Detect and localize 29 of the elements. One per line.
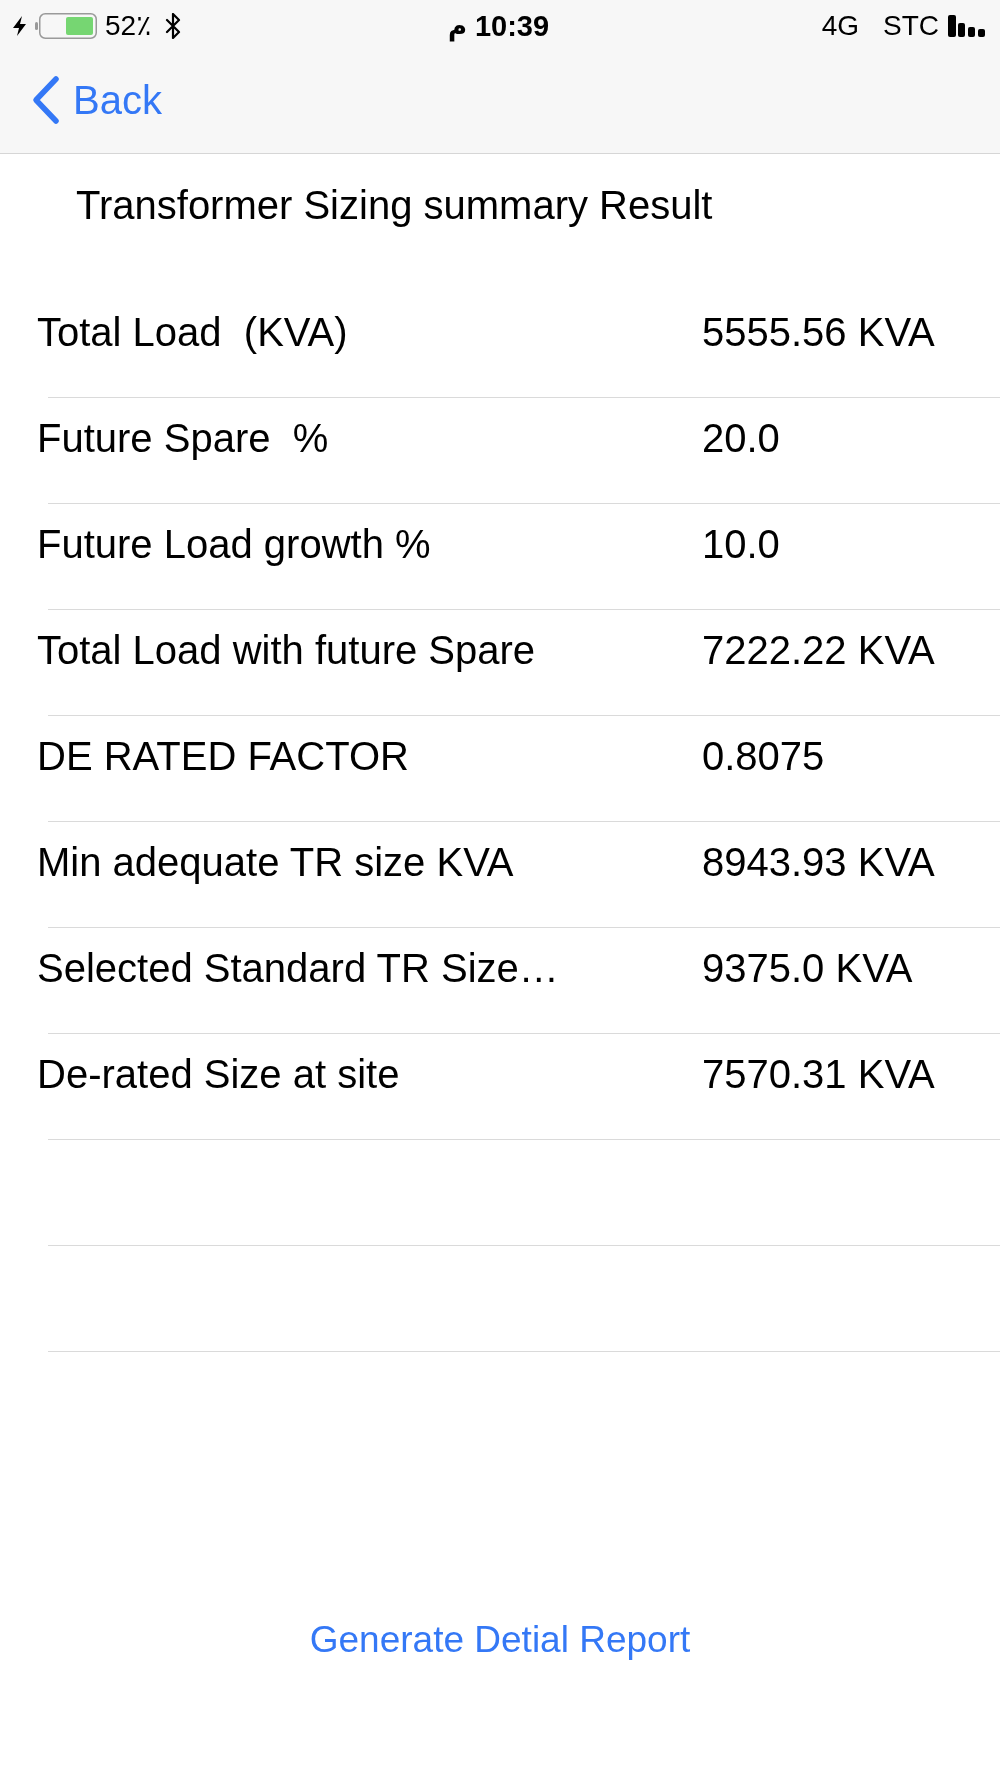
row-label: Total Load (KVA)	[37, 309, 349, 356]
row-value: 8943.93 KVA	[702, 839, 935, 886]
battery-percentage: 52٪	[105, 9, 152, 43]
carrier-name: STC	[883, 9, 939, 43]
row-label: Future Load growth %	[37, 521, 432, 568]
clock-time: 10:39	[474, 9, 550, 43]
time-period-text: م	[447, 10, 467, 43]
row-value: 7222.22 KVA	[702, 627, 935, 674]
bluetooth-icon	[165, 13, 182, 39]
row-label: Total Load with future Spare	[37, 627, 537, 674]
back-button[interactable]: Back	[31, 74, 162, 125]
row-value: 7570.31 KVA	[702, 1051, 935, 1098]
screen-title: Transformer Sizing summary Result	[76, 182, 714, 229]
battery-icon	[35, 13, 97, 39]
signal-strength-icon	[948, 15, 985, 37]
row-label: De-rated Size at site	[37, 1051, 401, 1098]
row-label: Selected Standard TR Size…	[37, 945, 560, 992]
row-value: 0.8075	[702, 733, 825, 780]
row-value: 9375.0 KVA	[702, 945, 913, 992]
network-type-text: 4G	[821, 9, 859, 43]
row-label: DE RATED FACTOR	[37, 733, 410, 780]
chevron-left-icon	[31, 74, 60, 125]
row-value: 10.0	[702, 521, 780, 568]
row-label: Future Spare %	[37, 415, 330, 462]
row-value: 5555.56 KVA	[702, 309, 935, 356]
charging-bolt-icon	[12, 16, 27, 36]
generate-report-button[interactable]: Generate Detial Report	[309, 1618, 691, 1662]
row-value: 20.0	[702, 415, 780, 462]
row-label: Min adequate TR size KVA	[37, 839, 515, 886]
